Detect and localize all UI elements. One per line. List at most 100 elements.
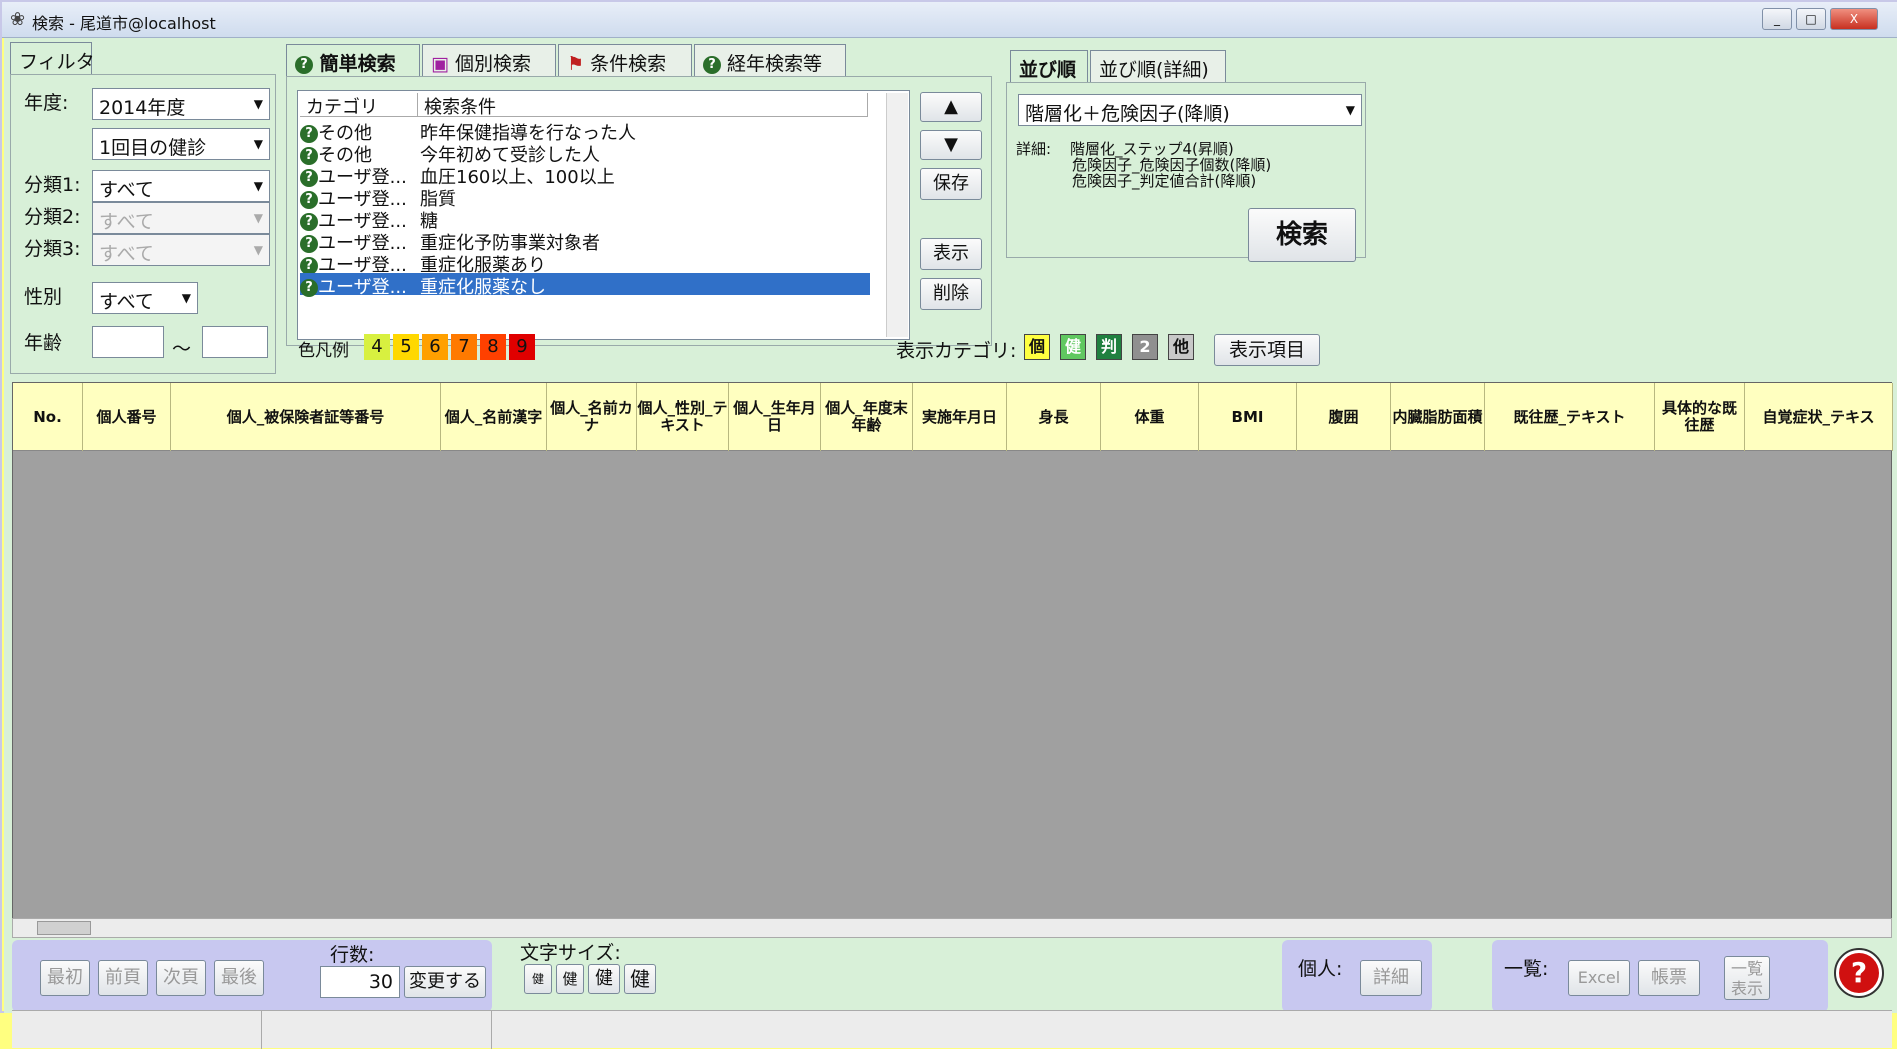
help-button[interactable]: ? (1834, 948, 1884, 998)
year-value: 2014年度 (99, 97, 186, 119)
query-header-category[interactable]: カテゴリ (300, 93, 418, 118)
display-items-button[interactable]: 表示項目 (1214, 334, 1320, 366)
results-grid[interactable]: No. 個人番号 個人_被保険者証等番号 個人_名前漢字 個人_名前カナ 個人_… (12, 382, 1893, 930)
tab-sort-detail[interactable]: 並び順(詳細) (1090, 50, 1226, 82)
query-list[interactable]: カテゴリ 検索条件 ? その他 昨年保健指導を行なった人 ? その他 今年初めて受診した… (297, 90, 910, 340)
status-segment (12, 1011, 262, 1049)
show-button[interactable]: 表示 (920, 238, 982, 270)
category-second-icon[interactable]: 2 (1132, 334, 1158, 360)
cat2-select[interactable]: すべて ▼ (92, 202, 270, 234)
age-to-input[interactable] (202, 326, 268, 358)
title-bar: ❀ 検索 - 尾道市@localhost _ □ X (2, 2, 1897, 38)
list-show-button[interactable]: 一覧表示 (1724, 956, 1770, 1000)
status-bar (12, 1010, 1892, 1049)
chevron-down-icon: ▼ (181, 291, 191, 305)
next-page-button[interactable]: 次頁 (156, 960, 206, 996)
flag-icon: ⚑ (567, 53, 585, 75)
scrollbar-thumb[interactable] (37, 921, 91, 935)
column-header[interactable]: No. (13, 383, 83, 451)
delete-button[interactable]: 削除 (920, 278, 982, 310)
category-personal-icon[interactable]: 個 (1024, 334, 1050, 360)
tab-simple-search[interactable]: ? 簡単検索 (286, 44, 420, 76)
first-page-button[interactable]: 最初 (40, 960, 90, 996)
query-row[interactable]: ? ユーザ登... 糖 (300, 207, 870, 232)
rows-input[interactable]: 30 (320, 966, 400, 998)
legend-swatch: 6 (422, 334, 448, 360)
font-size-large-button[interactable]: 健 (624, 964, 656, 994)
tab-individual-search[interactable]: ▣ 個別検索 (422, 44, 556, 76)
age-label: 年齢 (24, 332, 63, 354)
report-button[interactable]: 帳票 (1638, 960, 1700, 996)
column-header[interactable]: 体重 (1101, 383, 1199, 451)
maximize-button[interactable]: □ (1796, 8, 1826, 30)
exam-select[interactable]: 1回目の健診 ▼ (92, 128, 270, 160)
prev-page-button[interactable]: 前頁 (98, 960, 148, 996)
tab-condition-search-label: 条件検索 (590, 53, 667, 75)
column-header[interactable]: 個人_性別_テキスト (637, 383, 729, 451)
last-page-button[interactable]: 最後 (214, 960, 264, 996)
column-header[interactable]: BMI (1199, 383, 1297, 451)
category-other-icon[interactable]: 他 (1168, 334, 1194, 360)
card-icon: ▣ (431, 53, 449, 75)
font-size-medium-button[interactable]: 健 (588, 964, 620, 994)
chevron-down-icon: ▼ (253, 179, 263, 193)
column-header[interactable]: 自覚症状_テキス (1745, 383, 1893, 451)
column-header[interactable]: 既往歴_テキスト (1485, 383, 1655, 451)
app-icon: ❀ (10, 9, 26, 30)
year-select[interactable]: 2014年度 ▼ (92, 88, 270, 120)
query-row[interactable]: ? ユーザ登... 重症化服薬あり (300, 251, 870, 276)
chevron-down-icon: ▼ (253, 97, 263, 111)
sort-select[interactable]: 階層化＋危険因子(降順) ▼ (1018, 94, 1362, 126)
tab-yearly-search[interactable]: ? 経年検索等 (694, 44, 846, 76)
column-header[interactable]: 個人_生年月日 (729, 383, 821, 451)
query-header-condition[interactable]: 検索条件 (418, 93, 868, 118)
cat3-select[interactable]: すべて ▼ (92, 234, 270, 266)
column-header[interactable]: 具体的な既往歴 (1655, 383, 1745, 451)
search-button[interactable]: 検索 (1248, 208, 1356, 262)
age-from-input[interactable] (92, 326, 164, 358)
category-health-icon[interactable]: 健 (1060, 334, 1086, 360)
excel-button[interactable]: Excel (1568, 960, 1630, 996)
tab-filter[interactable]: フィルタ (10, 42, 95, 74)
app-window: ❀ 検索 - 尾道市@localhost _ □ X フィルタ 年度: 2014… (0, 0, 1897, 1049)
move-up-button[interactable]: ▲ (920, 92, 982, 122)
column-header[interactable]: 個人_年度末年齢 (821, 383, 913, 451)
query-row[interactable]: ? その他 昨年保健指導を行なった人 (300, 119, 870, 144)
column-header[interactable]: 個人_被保険者証等番号 (171, 383, 441, 451)
cat3-value: すべて (99, 243, 154, 265)
column-header[interactable]: 内臓脂肪面積 (1391, 383, 1485, 451)
query-row[interactable]: ? ユーザ登... 血圧160以上、100以上 (300, 163, 870, 188)
change-rows-button[interactable]: 変更する (404, 966, 486, 998)
person-detail-button[interactable]: 詳細 (1360, 960, 1422, 996)
query-row-selected[interactable]: ? ユーザ登... 重症化服薬なし (300, 273, 870, 298)
close-button[interactable]: X (1830, 8, 1878, 30)
save-button[interactable]: 保存 (920, 168, 982, 200)
cat1-select[interactable]: すべて ▼ (92, 170, 270, 202)
grid-horizontal-scrollbar[interactable] (12, 918, 1892, 938)
tab-sort[interactable]: 並び順 (1010, 50, 1088, 82)
font-size-xsmall-button[interactable]: 健 (524, 964, 552, 994)
column-header[interactable]: 腹囲 (1297, 383, 1391, 451)
move-down-button[interactable]: ▼ (920, 130, 982, 160)
column-header[interactable]: 身長 (1007, 383, 1101, 451)
sort-detail-label: 詳細: (1016, 140, 1052, 158)
grid-header: No. 個人番号 個人_被保険者証等番号 個人_名前漢字 個人_名前カナ 個人_… (13, 383, 1893, 451)
column-header[interactable]: 個人_名前カナ (547, 383, 637, 451)
cat2-value: すべて (99, 211, 154, 233)
column-header[interactable]: 個人番号 (83, 383, 171, 451)
query-row[interactable]: ? ユーザ登... 重症化予防事業対象者 (300, 229, 870, 254)
query-list-scrollbar[interactable] (886, 93, 908, 337)
list-label: 一覧: (1504, 958, 1549, 980)
column-header[interactable]: 個人_名前漢字 (441, 383, 547, 451)
query-row[interactable]: ? その他 今年初めて受診した人 (300, 141, 870, 166)
sex-select[interactable]: すべて ▼ (92, 282, 198, 314)
font-size-small-button[interactable]: 健 (556, 964, 584, 994)
tab-condition-search[interactable]: ⚑ 条件検索 (558, 44, 692, 76)
query-row[interactable]: ? ユーザ登... 脂質 (300, 185, 870, 210)
bottom-bar: 最初 前頁 次頁 最後 行数: 30 変更する 文字サイズ: 健 健 健 健 個… (12, 938, 1892, 1016)
category-judgment-icon[interactable]: 判 (1096, 334, 1122, 360)
color-legend-label: 色凡例 (298, 341, 349, 361)
column-header[interactable]: 実施年月日 (913, 383, 1007, 451)
minimize-button[interactable]: _ (1762, 8, 1792, 30)
font-size-label: 文字サイズ: (520, 942, 621, 964)
